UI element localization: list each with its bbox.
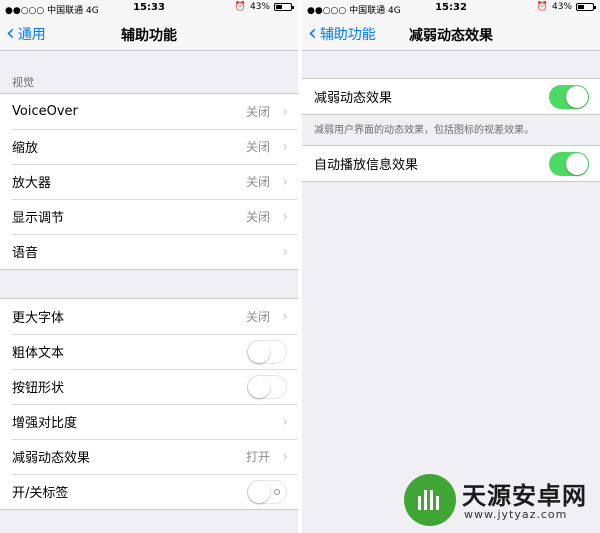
accessibility-screen: ●●○○○ 中国联通 4G 15:33 ⏰ 43% ‹ 通用 辅助功能 视觉 V… [0, 0, 298, 533]
row-label: 减弱动态效果 [12, 451, 91, 466]
on-off-labels-toggle[interactable] [247, 479, 287, 504]
row-label: VoiceOver [12, 104, 78, 119]
alarm-icon: ⏰ [536, 2, 548, 12]
page-title: 辅助功能 [121, 28, 177, 44]
row-magnifier[interactable]: 放大器 关闭 › [0, 164, 298, 199]
text-settings-group: 更大字体 关闭 › 粗体文本 按钮形状 增强对比度 › 减弱动态效果 打开 › … [0, 298, 298, 510]
button-shapes-toggle[interactable] [247, 374, 287, 399]
battery-percent: 43% [551, 2, 572, 12]
chevron-right-icon: › [282, 413, 288, 430]
row-value: 关闭 [245, 175, 270, 189]
row-bold-text: 粗体文本 [0, 334, 298, 369]
row-zoom[interactable]: 缩放 关闭 › [0, 129, 298, 164]
watermark-name: 天源安卓网 [462, 482, 587, 510]
row-label: 自动播放信息效果 [314, 158, 419, 173]
status-bar: ●●○○○ 中国联通 4G 15:32 ⏰ 43% [302, 0, 600, 16]
vision-settings-group: VoiceOver 关闭 › 缩放 关闭 › 放大器 关闭 › 显示调节 关闭 … [0, 93, 298, 270]
row-label: 开/关标签 [12, 486, 69, 501]
alarm-icon: ⏰ [234, 2, 246, 12]
chevron-right-icon: › [282, 103, 288, 120]
status-bar: ●●○○○ 中国联通 4G 15:33 ⏰ 43% [0, 0, 298, 16]
reduce-motion-toggle[interactable] [549, 84, 589, 109]
row-label: 减弱动态效果 [314, 91, 393, 106]
reduce-motion-screen: ●●○○○ 中国联通 4G 15:32 ⏰ 43% ‹ 辅助功能 减弱动态效果 … [302, 0, 600, 533]
row-button-shapes: 按钮形状 [0, 369, 298, 404]
navigation-bar: ‹ 通用 辅助功能 [0, 16, 298, 51]
row-label: 缩放 [12, 141, 39, 156]
row-value: 关闭 [245, 105, 270, 119]
row-reduce-motion[interactable]: 减弱动态效果 打开 › [0, 439, 298, 474]
row-label: 语音 [12, 246, 39, 261]
row-label: 按钮形状 [12, 381, 65, 396]
battery-percent: 43% [249, 2, 270, 12]
row-larger-text[interactable]: 更大字体 关闭 › [0, 299, 298, 334]
row-value: 关闭 [245, 140, 270, 154]
section-header-vision: 视觉 [12, 76, 34, 89]
row-speech[interactable]: 语音 › [0, 234, 298, 269]
chevron-right-icon: › [282, 208, 288, 225]
row-increase-contrast[interactable]: 增强对比度 › [0, 404, 298, 439]
row-label: 粗体文本 [12, 346, 65, 361]
reduce-motion-description: 减弱用户界面的动态效果，包括图标的视差效果。 [314, 125, 534, 136]
battery-icon [274, 3, 294, 11]
chevron-right-icon: › [282, 308, 288, 325]
chevron-right-icon: › [282, 173, 288, 190]
row-auto-play-message-effects: 自动播放信息效果 [302, 146, 600, 181]
row-label: 更大字体 [12, 311, 65, 326]
row-reduce-motion: 减弱动态效果 [302, 79, 600, 114]
watermark: 天源安卓网 www.jytyaz.com [398, 470, 600, 533]
row-value: 关闭 [245, 210, 270, 224]
reduce-motion-group: 减弱动态效果 [302, 78, 600, 115]
auto-play-group: 自动播放信息效果 [302, 145, 600, 182]
battery-icon [576, 3, 596, 11]
row-value: 打开 [245, 450, 270, 464]
bold-text-toggle[interactable] [247, 339, 287, 364]
row-label: 增强对比度 [12, 416, 78, 431]
row-voiceover[interactable]: VoiceOver 关闭 › [0, 94, 298, 129]
off-label-ring-icon [274, 488, 280, 495]
row-label: 放大器 [12, 176, 52, 191]
row-on-off-labels: 开/关标签 [0, 474, 298, 509]
chevron-right-icon: › [282, 138, 288, 155]
signal-bars-icon [418, 490, 439, 510]
navigation-bar: ‹ 辅助功能 减弱动态效果 [302, 16, 600, 51]
android-logo-icon [404, 474, 456, 526]
watermark-url: www.jytyaz.com [464, 508, 568, 521]
chevron-right-icon: › [282, 448, 288, 465]
row-display-accommodations[interactable]: 显示调节 关闭 › [0, 199, 298, 234]
chevron-right-icon: › [282, 243, 288, 260]
row-value: 关闭 [245, 310, 270, 324]
row-label: 显示调节 [12, 211, 65, 226]
auto-play-effects-toggle[interactable] [549, 151, 589, 176]
page-title: 减弱动态效果 [409, 28, 493, 44]
